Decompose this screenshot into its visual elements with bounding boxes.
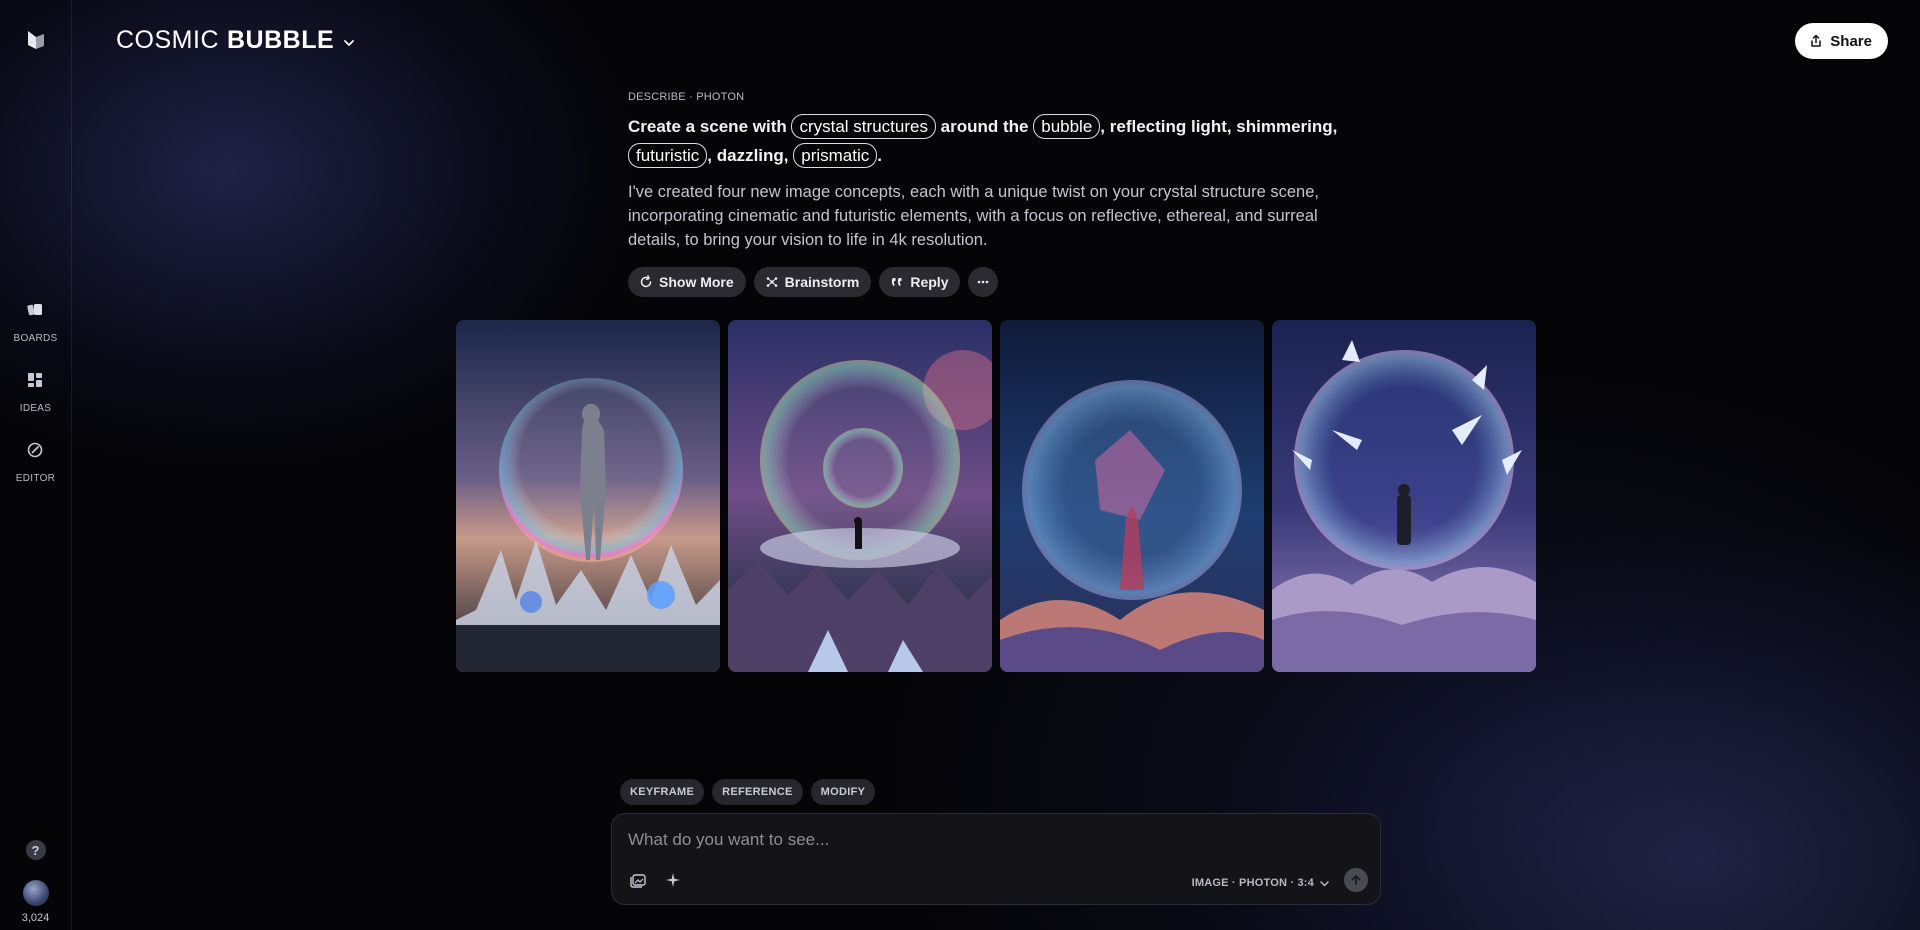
credits-count: 3,024 <box>21 912 50 924</box>
editor-icon <box>25 440 45 465</box>
sidebar-item-label: IDEAS <box>19 403 52 414</box>
refresh-icon <box>640 275 652 288</box>
sparkle-icon[interactable] <box>663 870 683 890</box>
prompt-segment: , reflecting light, shimmering, <box>1100 117 1338 136</box>
composer-tags: KEYFRAME REFERENCE MODIFY <box>620 779 876 805</box>
prompt-input[interactable] <box>628 828 1328 852</box>
model-settings-label: IMAGE · PHOTON · 3:4 <box>1191 877 1314 889</box>
board-title-bold: BUBBLE <box>227 26 335 54</box>
prompt-text: Create a scene with crystal structures a… <box>628 112 1348 170</box>
send-button[interactable] <box>1344 868 1368 892</box>
assistant-response: I've created four new image concepts, ea… <box>628 183 1319 249</box>
image-upload-icon[interactable] <box>628 870 648 890</box>
prompt-keyword-chip[interactable]: futuristic <box>628 143 708 168</box>
avatar[interactable] <box>22 880 49 906</box>
prompt-segment: . <box>877 146 882 165</box>
board-title-light: COSMIC <box>116 26 219 54</box>
reply-button[interactable]: Reply <box>879 267 961 297</box>
prompt-keyword-chip[interactable]: crystal structures <box>791 114 936 139</box>
prompt-segment: Create a scene with <box>628 117 792 136</box>
more-options-button[interactable] <box>968 267 999 297</box>
modify-tag[interactable]: MODIFY <box>810 779 876 805</box>
quote-icon <box>892 278 902 286</box>
share-button[interactable]: Share <box>1795 23 1888 59</box>
prompt-keyword-chip[interactable]: prismatic <box>793 143 878 168</box>
sidebar: BOARDS IDEAS EDITOR ? 3,024 <box>0 0 72 930</box>
generation-block: DESCRIBE · PHOTON Create a scene with cr… <box>628 91 1348 297</box>
image-gallery <box>456 320 1536 672</box>
arrow-up-icon <box>1351 875 1361 885</box>
reply-label: Reply <box>910 274 949 290</box>
generated-image[interactable] <box>1272 320 1536 672</box>
reference-tag[interactable]: REFERENCE <box>712 779 803 805</box>
prompt-segment: , dazzling, <box>707 146 794 165</box>
boards-icon <box>25 300 45 325</box>
generated-image-3 <box>1000 320 1264 672</box>
logo-icon[interactable] <box>24 28 48 52</box>
sidebar-nav: BOARDS IDEAS EDITOR <box>13 300 57 484</box>
generated-image-4 <box>1272 320 1536 672</box>
sidebar-footer: ? 3,024 <box>21 840 50 924</box>
generated-image[interactable] <box>728 320 992 672</box>
board-title[interactable]: COSMIC BUBBLE <box>116 26 356 55</box>
keyframe-tag[interactable]: KEYFRAME <box>620 779 705 805</box>
generated-image[interactable] <box>1000 320 1264 672</box>
show-more-button[interactable]: Show More <box>628 267 746 297</box>
help-icon[interactable]: ? <box>25 840 46 860</box>
generated-image-1 <box>456 320 720 672</box>
share-label: Share <box>1830 32 1872 50</box>
generated-image[interactable] <box>456 320 720 672</box>
chevron-down-icon <box>1320 880 1329 886</box>
sidebar-item-editor[interactable]: EDITOR <box>16 440 55 484</box>
prompt-keyword-chip[interactable]: bubble <box>1033 114 1101 139</box>
sidebar-item-label: BOARDS <box>13 333 58 344</box>
action-bar: Show More Brainstorm Reply <box>628 267 1348 297</box>
model-settings-dropdown[interactable]: IMAGE · PHOTON · 3:4 <box>1192 877 1330 889</box>
sidebar-item-label: EDITOR <box>15 473 56 484</box>
ideas-icon <box>25 370 45 395</box>
generated-image-2 <box>728 320 992 672</box>
sidebar-item-boards[interactable]: BOARDS <box>13 300 57 344</box>
generation-meta: DESCRIBE · PHOTON <box>628 91 745 103</box>
brainstorm-label: Brainstorm <box>784 274 860 290</box>
prompt-composer: IMAGE · PHOTON · 3:4 <box>611 813 1381 905</box>
chevron-down-icon <box>344 39 355 46</box>
share-icon <box>1811 34 1822 47</box>
prompt-segment: around the <box>935 117 1034 136</box>
brainstorm-button[interactable]: Brainstorm <box>753 267 872 297</box>
ellipsis-icon <box>978 280 989 284</box>
sidebar-item-ideas[interactable]: IDEAS <box>20 370 52 414</box>
show-more-label: Show More <box>659 274 734 290</box>
brainstorm-icon <box>766 277 777 287</box>
